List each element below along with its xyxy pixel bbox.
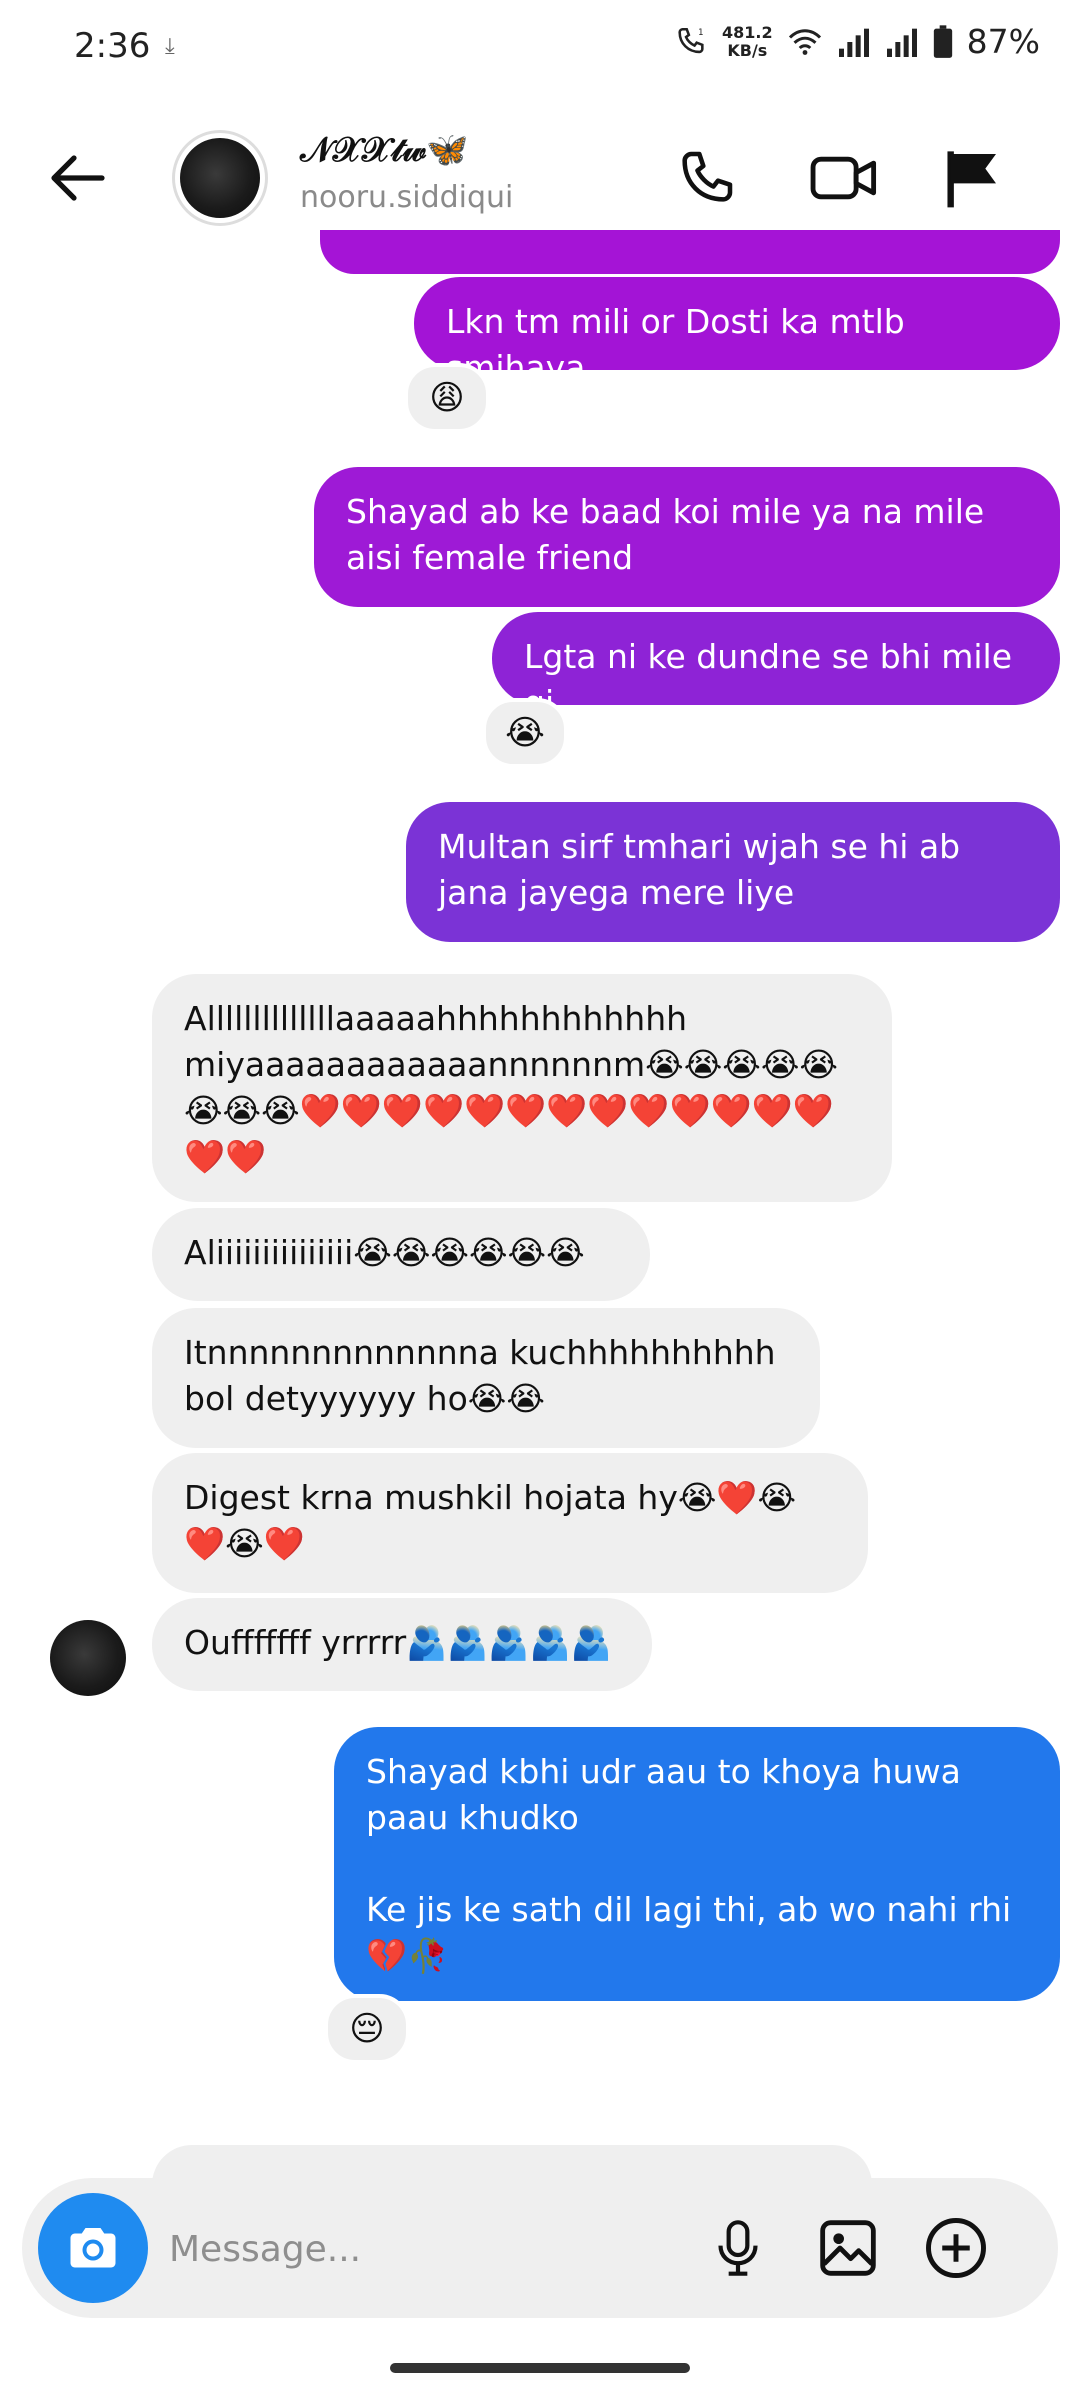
wifi-icon xyxy=(788,28,821,55)
add-attachment-button[interactable] xyxy=(916,2208,996,2288)
microphone-icon xyxy=(718,2220,758,2276)
svg-text:1: 1 xyxy=(698,27,703,37)
signal-icon xyxy=(838,28,869,57)
voice-message-button[interactable] xyxy=(698,2208,778,2288)
add-icon xyxy=(926,2218,986,2278)
message-bubble-m5[interactable]: Allllllllllllllaaaaahhhhhhhhhhhh miyaaaa… xyxy=(152,974,892,1202)
message-bubble-m8[interactable]: Digest krna mushkil hojata hy😭❤️😭❤️😭❤️ xyxy=(152,1453,868,1593)
camera-button[interactable] xyxy=(38,2193,148,2303)
speed-unit: KB/s xyxy=(727,40,768,60)
contact-username[interactable]: nooru.siddiqui xyxy=(300,180,513,215)
message-bubble-partial[interactable] xyxy=(320,230,1060,274)
message-reaction-m1[interactable]: 😩 xyxy=(404,363,490,433)
back-arrow-icon xyxy=(51,155,105,201)
gallery-button[interactable] xyxy=(808,2208,888,2288)
report-flag-button[interactable] xyxy=(932,138,1012,218)
video-call-button[interactable] xyxy=(804,138,884,218)
network-speed: 481.2 KB/s xyxy=(722,22,773,60)
message-bubble-m3[interactable]: Lgta ni ke dundne se bhi mile gi xyxy=(492,612,1060,722)
phone-icon xyxy=(682,151,733,202)
sender-avatar[interactable] xyxy=(50,1620,126,1696)
contact-display-name[interactable]: 𝒩𝒳𝒳𝓉𝓌🦋 xyxy=(300,130,469,170)
home-indicator[interactable] xyxy=(390,2363,690,2373)
message-bubble-m2[interactable]: Shayad ab ke baad koi mile ya na mile ai… xyxy=(314,467,1060,607)
wifi-call-icon: 1 xyxy=(678,27,704,53)
message-input[interactable] xyxy=(167,2218,691,2280)
message-bubble-m4[interactable]: Multan sirf tmhari wjah se hi ab jana ja… xyxy=(406,802,1060,942)
avatar-image xyxy=(180,138,260,218)
speed-value: 481.2 xyxy=(722,22,773,42)
back-button[interactable] xyxy=(38,138,118,218)
message-bubble-m1[interactable]: Lkn tm mili or Dosti ka mtlb smjhaya xyxy=(414,277,1060,387)
message-composer xyxy=(22,2178,1058,2318)
message-reaction-m10[interactable]: 😔 xyxy=(324,1994,410,2064)
battery-icon xyxy=(933,24,952,58)
flag-icon xyxy=(947,151,996,208)
status-bar: 2:36 ⤓ 1 481.2 KB/s 87% xyxy=(0,0,1080,100)
audio-call-button[interactable] xyxy=(666,138,746,218)
gallery-icon xyxy=(820,2220,876,2276)
message-reaction-m3[interactable]: 😭 xyxy=(482,698,568,768)
camera-icon xyxy=(70,2228,116,2268)
video-call-icon xyxy=(810,156,877,200)
status-right: 1 481.2 KB/s 87% xyxy=(674,22,1040,61)
signal-icon-2 xyxy=(886,28,917,57)
battery-percent: 87% xyxy=(966,22,1040,61)
message-bubble-m10[interactable]: Shayad kbhi udr aau to khoya huwa paau k… xyxy=(334,1727,1060,2001)
download-icon: ⤓ xyxy=(165,34,175,59)
message-bubble-m9[interactable]: Oufffffff yrrrrr🫂🫂🫂🫂🫂 xyxy=(152,1598,652,1691)
message-bubble-m6[interactable]: Aliiiiiiiiiiiiiii😭😭😭😭😭😭 xyxy=(152,1208,650,1301)
profile-avatar[interactable] xyxy=(172,130,268,226)
status-time: 2:36 xyxy=(74,26,151,66)
message-bubble-m7[interactable]: Itnnnnnnnnnnnnna kuchhhhhhhhhh bol detyy… xyxy=(152,1308,820,1448)
